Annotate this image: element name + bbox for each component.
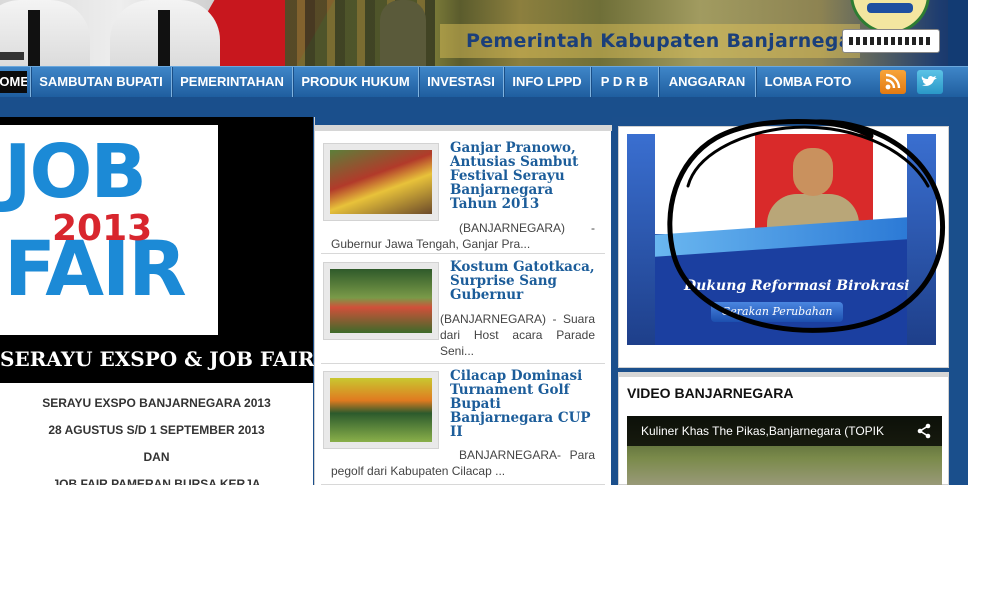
nav-item-info-lppd[interactable]: INFO LPPD <box>504 67 590 97</box>
reform-movement-button: Gerakan Perubahan <box>711 302 843 322</box>
nav-item-pemerintahan[interactable]: PEMERINTAHAN <box>172 67 292 97</box>
nav-item-anggaran[interactable]: ANGGARAN <box>659 67 755 97</box>
official-photo-regent <box>0 0 90 66</box>
news-excerpt: BANJARNEGARA- Para pegolf dari Kabupaten… <box>331 448 595 478</box>
news-title-link[interactable]: Ganjar Pranowo, Antusias Sambut Festival… <box>450 141 600 211</box>
news-item: Cilacap Dominasi Turnament Golf Bupati B… <box>321 365 605 485</box>
banner-person-head <box>793 148 833 196</box>
header-banner: Pemerintah Kabupaten Banjarnegara <box>0 0 968 66</box>
banner-edge <box>948 0 968 66</box>
video-title[interactable]: Kuliner Khas The Pikas,Banjarnegara (TOP… <box>641 424 911 438</box>
featured-description-line: DAN <box>143 450 170 464</box>
rss-icon <box>885 73 901 90</box>
featured-slide: JOB FAIR 2013 SERAYU EXSPO & JOB FAIR <box>0 117 314 383</box>
video-widget: VIDEO BANJARNEGARA Kuliner Khas The Pika… <box>618 372 949 485</box>
twitter-icon <box>921 75 937 86</box>
poster-year-text: 2013 <box>52 208 153 249</box>
job-fair-poster[interactable]: JOB FAIR 2013 <box>0 125 218 335</box>
news-thumbnail[interactable] <box>323 371 439 449</box>
nav-item-sambutan-bupati[interactable]: SAMBUTAN BUPATI <box>31 67 171 97</box>
featured-title[interactable]: SERAYU EXSPO & JOB FAIR <box>0 347 314 371</box>
subnav-strip <box>0 97 968 117</box>
video-title-bar: Kuliner Khas The Pikas,Banjarnegara (TOP… <box>627 416 942 446</box>
featured-slider[interactable]: JOB FAIR 2013 SERAYU EXSPO & JOB FAIR SE… <box>0 117 314 485</box>
share-icon[interactable] <box>916 423 932 439</box>
regency-wordmark-logo <box>842 29 940 53</box>
official-photo-vice-regent <box>110 0 220 66</box>
nav-item-pdrb[interactable]: P D R B <box>591 67 658 97</box>
nav-item-investasi[interactable]: INVESTASI <box>419 67 503 97</box>
news-list-header <box>315 117 612 131</box>
twitter-button[interactable] <box>917 70 943 94</box>
news-item: Ganjar Pranowo, Antusias Sambut Festival… <box>321 137 605 254</box>
banner-person-photo <box>380 0 426 66</box>
news-thumbnail[interactable] <box>323 143 439 221</box>
featured-description-line: 28 AGUSTUS S/D 1 SEPTEMBER 2013 <box>48 423 265 437</box>
nav-item-lomba-foto[interactable]: LOMBA FOTO <box>756 67 860 97</box>
news-list: Ganjar Pranowo, Antusias Sambut Festival… <box>314 117 612 485</box>
poster-job-text: JOB <box>4 129 147 215</box>
site-title: Pemerintah Kabupaten Banjarnegara <box>466 30 875 52</box>
reform-campaign-banner[interactable]: Dukung Reformasi Birokrasi Gerakan Perub… <box>627 134 936 345</box>
nav-item-home[interactable]: HOME <box>0 71 27 93</box>
news-item: Kostum Gatotkaca, Surprise Sang Gubernur… <box>321 256 605 364</box>
featured-description-line: SERAYU EXSPO BANJARNEGARA 2013 <box>42 396 271 410</box>
news-excerpt: (BANJARNEGARA) - Suara dari Host acara P… <box>440 312 595 358</box>
news-excerpt: (BANJARNEGARA) - Gubernur Jawa Tengah, G… <box>331 221 595 251</box>
news-title-link[interactable]: Cilacap Dominasi Turnament Golf Bupati B… <box>450 369 600 439</box>
browser-viewport: Pemerintah Kabupaten Banjarnegara HOME S… <box>0 0 968 485</box>
reform-banner-box: Dukung Reformasi Birokrasi Gerakan Perub… <box>618 126 949 368</box>
news-title-link[interactable]: Kostum Gatotkaca, Surprise Sang Gubernur <box>450 260 600 302</box>
reform-slogan: Dukung Reformasi Birokrasi <box>684 278 910 294</box>
rss-button[interactable] <box>880 70 906 94</box>
nav-item-home-label: HOME <box>0 74 27 89</box>
page-right-edge <box>949 97 968 485</box>
nav-item-produk-hukum[interactable]: PRODUK HUKUM <box>293 67 418 97</box>
video-heading: VIDEO BANJARNEGARA <box>627 385 794 401</box>
right-sidebar: Dukung Reformasi Birokrasi Gerakan Perub… <box>618 126 949 485</box>
video-player[interactable]: Kuliner Khas The Pikas,Banjarnegara (TOP… <box>627 416 942 485</box>
featured-description-line: JOB FAIR PAMERAN BURSA KERJA <box>52 477 261 485</box>
main-navigation: HOME SAMBUTAN BUPATI PEMERINTAHAN PRODUK… <box>0 66 968 97</box>
